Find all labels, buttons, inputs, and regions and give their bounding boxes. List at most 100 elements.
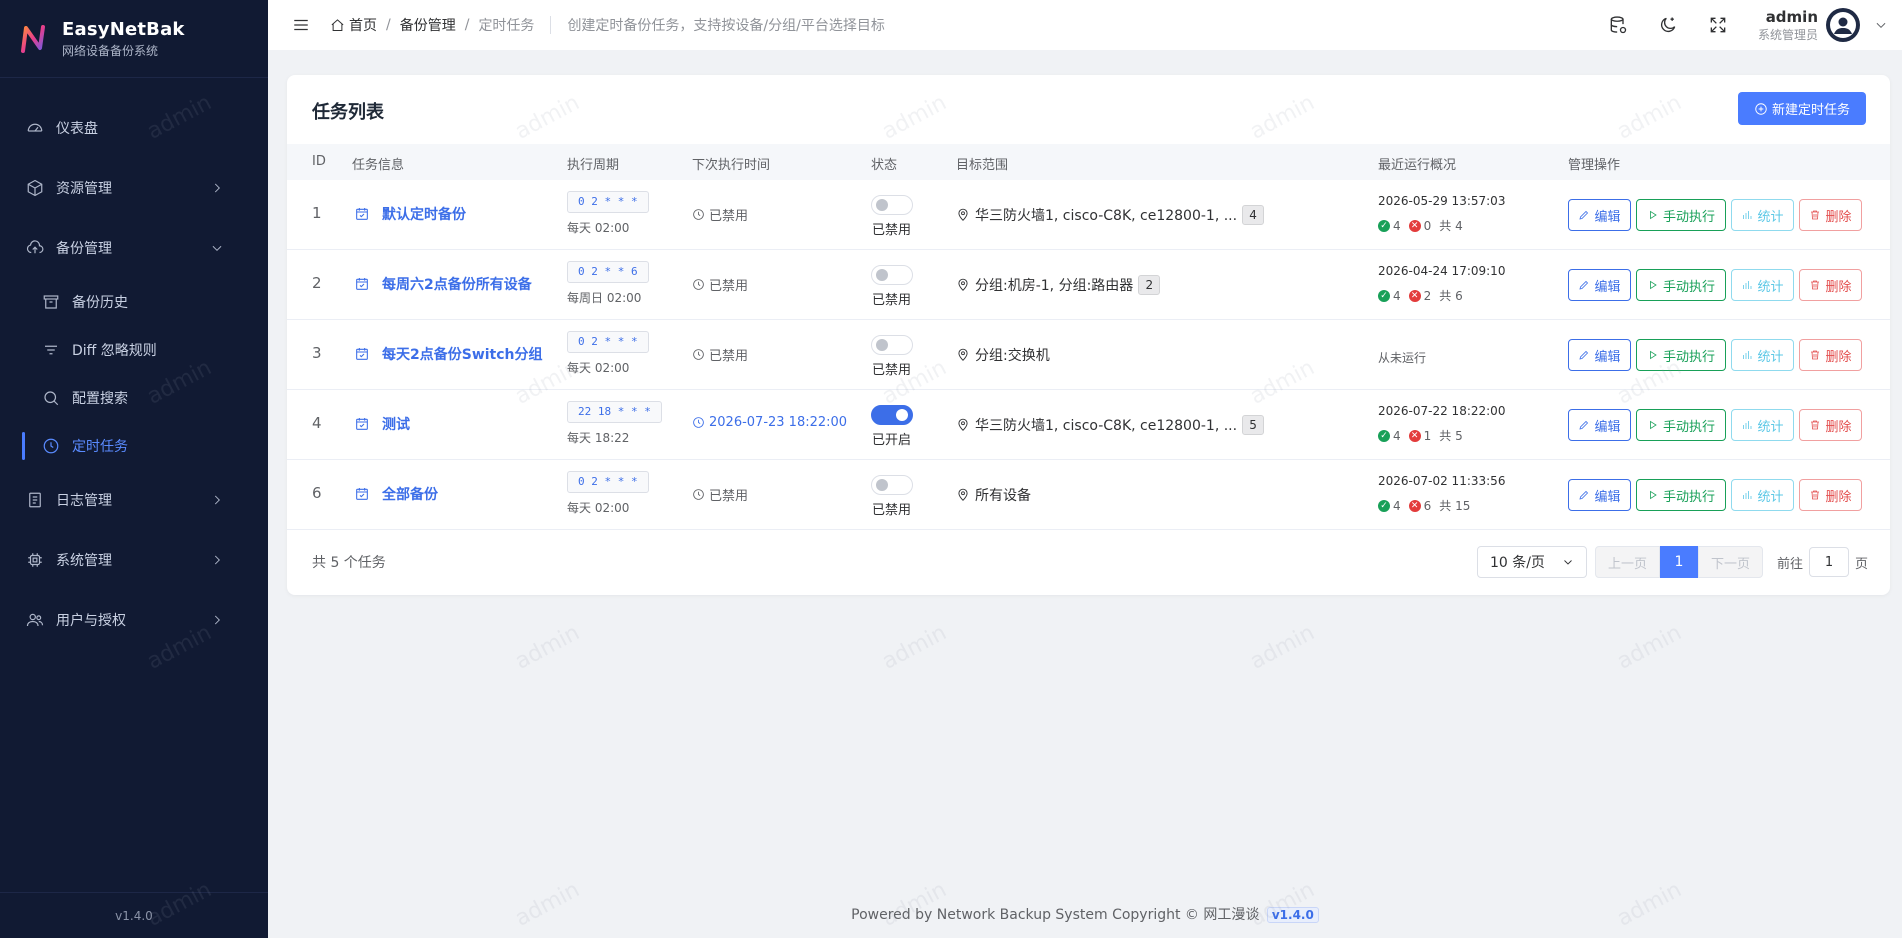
delete-button[interactable]: 删除 <box>1799 339 1862 371</box>
avatar[interactable] <box>1826 8 1860 42</box>
cron-expression: 0 2 * * * <box>567 331 649 353</box>
task-name-link[interactable]: 每周六2点备份所有设备 <box>354 274 532 294</box>
goto-label: 前往 <box>1776 556 1803 572</box>
next-page-button[interactable]: 下一页 <box>1697 546 1763 578</box>
sidebar-item-backup-history[interactable]: 备份历史 <box>0 278 268 326</box>
search-icon <box>44 391 59 406</box>
stats-button[interactable]: 统计 <box>1731 479 1794 511</box>
sidebar-item-logs[interactable]: 日志管理 <box>0 470 268 530</box>
user-role: 系统管理员 <box>1757 27 1818 42</box>
delete-button[interactable]: 删除 <box>1799 479 1862 511</box>
success-icon: ✓ <box>1378 429 1390 442</box>
brand[interactable]: EasyNetBak 网络设备备份系统 <box>0 0 268 78</box>
target-scope: 分组:交换机 <box>956 345 1050 365</box>
last-run-stats: ✓ 4 ✕ 6 共 15 <box>1378 497 1470 514</box>
clock-icon <box>693 417 704 428</box>
edit-button[interactable]: 编辑 <box>1568 199 1631 231</box>
fullscreen-icon[interactable] <box>1708 15 1728 35</box>
sidebar-item-dashboard[interactable]: 仪表盘 <box>0 98 268 158</box>
last-run-time: 2026-07-02 11:33:56 <box>1378 474 1506 488</box>
sidebar-item-system[interactable]: 系统管理 <box>0 530 268 590</box>
fail-icon: ✕ <box>1408 219 1421 232</box>
play-icon <box>1650 420 1657 430</box>
target-scope: 分组:机房-1, 分组:路由器 2 <box>956 275 1161 295</box>
sidebar-item-diff-rules[interactable]: Diff 忽略规则 <box>0 326 268 374</box>
database-icon[interactable] <box>1608 15 1628 35</box>
manual-run-button[interactable]: 手动执行 <box>1636 479 1726 511</box>
bar-chart-icon <box>1743 421 1752 429</box>
edit-label: 编辑 <box>1594 349 1621 365</box>
chevron-down-icon[interactable] <box>1874 18 1888 32</box>
status-toggle[interactable] <box>871 195 913 215</box>
target-count-badge: 4 <box>1242 205 1265 225</box>
task-name-link[interactable]: 测试 <box>354 414 410 434</box>
sidebar-item-scheduled-tasks[interactable]: 定时任务 <box>0 422 268 470</box>
breadcrumb-backup[interactable]: 备份管理 <box>400 15 456 35</box>
chevron-right-icon <box>214 615 220 625</box>
task-id: 1 <box>312 204 322 222</box>
task-name-link[interactable]: 默认定时备份 <box>354 204 466 224</box>
moon-icon[interactable] <box>1658 15 1678 35</box>
task-name: 每天2点备份Switch分组 <box>382 347 543 363</box>
calendar-icon <box>356 418 368 430</box>
manual-run-button[interactable]: 手动执行 <box>1636 409 1726 441</box>
edit-button[interactable]: 编辑 <box>1568 269 1631 301</box>
cron-expression: 0 2 * * 6 <box>567 261 649 283</box>
manual-run-button[interactable]: 手动执行 <box>1636 339 1726 371</box>
edit-icon <box>1579 280 1589 290</box>
status-toggle[interactable] <box>871 265 913 285</box>
edit-button[interactable]: 编辑 <box>1568 409 1631 441</box>
sidebar: EasyNetBak 网络设备备份系统 仪表盘 资源管理 备份管理 备份历史 D… <box>0 0 268 938</box>
edit-button[interactable]: 编辑 <box>1568 339 1631 371</box>
sidebar-item-backup[interactable]: 备份管理 <box>0 218 268 278</box>
stats-button[interactable]: 统计 <box>1731 269 1794 301</box>
delete-label: 删除 <box>1825 279 1852 295</box>
archive-icon <box>43 295 59 309</box>
stats-button[interactable]: 统计 <box>1731 339 1794 371</box>
manual-run-button[interactable]: 手动执行 <box>1636 199 1726 231</box>
document-icon <box>29 492 41 508</box>
sidebar-item-resources[interactable]: 资源管理 <box>0 158 268 218</box>
clock-icon <box>693 209 704 220</box>
row-actions: 编辑 手动执行 统计 删除 <box>1568 479 1867 511</box>
page-number[interactable]: 1 <box>1659 546 1698 578</box>
status-toggle[interactable] <box>871 405 913 425</box>
stats-button[interactable]: 统计 <box>1731 199 1794 231</box>
card-title: 任务列表 <box>312 102 384 123</box>
cron-expression: 0 2 * * * <box>567 471 649 493</box>
edit-button[interactable]: 编辑 <box>1568 479 1631 511</box>
status-toggle[interactable] <box>871 475 913 495</box>
clock-icon <box>693 489 704 500</box>
next-run: 已禁用 <box>692 485 748 504</box>
status-toggle[interactable] <box>871 335 913 355</box>
sidebar-item-label: 仪表盘 <box>56 121 98 137</box>
manual-run-button[interactable]: 手动执行 <box>1636 269 1726 301</box>
delete-button[interactable]: 删除 <box>1799 199 1862 231</box>
next-run: 已禁用 <box>692 275 748 294</box>
task-name-link[interactable]: 全部备份 <box>354 484 438 504</box>
delete-button[interactable]: 删除 <box>1799 409 1862 441</box>
breadcrumb-home[interactable]: 首页 <box>349 15 377 35</box>
status-label: 已禁用 <box>872 363 912 378</box>
user-name: admin <box>1765 7 1818 26</box>
stats-button[interactable]: 统计 <box>1731 409 1794 441</box>
trash-icon <box>1811 210 1820 220</box>
task-total: 共 5 个任务 <box>312 555 386 571</box>
chevron-right-icon <box>214 183 220 193</box>
delete-button[interactable]: 删除 <box>1799 269 1862 301</box>
page-size-select[interactable]: 10 条/页 <box>1476 546 1587 578</box>
prev-page-button[interactable]: 上一页 <box>1594 546 1660 578</box>
sidebar-item-label: Diff 忽略规则 <box>72 343 157 359</box>
edit-icon <box>1579 210 1589 220</box>
user-info[interactable]: admin 系统管理员 <box>1758 8 1818 43</box>
sidebar-item-users[interactable]: 用户与授权 <box>0 590 268 650</box>
task-name-link[interactable]: 每天2点备份Switch分组 <box>354 344 543 364</box>
menu-toggle-icon[interactable] <box>292 16 310 34</box>
goto-page-input[interactable]: 1 <box>1808 547 1849 577</box>
fail-count: 0 <box>1423 218 1432 233</box>
sidebar-item-config-search[interactable]: 配置搜索 <box>0 374 268 422</box>
col-schedule: 执行周期 <box>567 158 620 173</box>
sidebar-item-label: 备份历史 <box>72 295 128 311</box>
new-task-button[interactable]: 新建定时任务 <box>1738 92 1866 125</box>
stats-label: 统计 <box>1757 349 1784 365</box>
